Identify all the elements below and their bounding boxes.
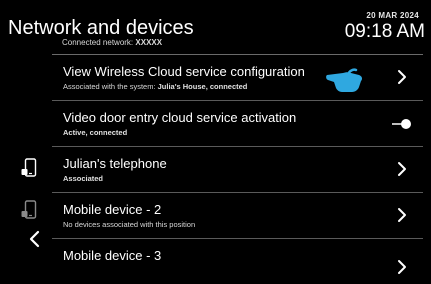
connected-network-label: Connected network: <box>62 38 134 47</box>
pointing-hand-icon <box>326 68 363 92</box>
phone-icon <box>21 158 37 177</box>
toggle-switch[interactable] <box>389 116 413 132</box>
phone-icon-inactive <box>21 200 37 219</box>
time: 09:18 AM <box>344 21 425 42</box>
date: 20 MAR 2024 <box>366 11 419 20</box>
list-item-julians-telephone[interactable]: Julian's telephone Associated <box>52 146 423 192</box>
back-arrow-icon[interactable] <box>28 230 42 248</box>
connected-network-value: XXXXX <box>135 38 163 47</box>
list-item-mobile-device-3[interactable]: Mobile device - 3 <box>52 238 423 284</box>
row-subtitle-label: Associated with the system: <box>63 82 156 91</box>
connected-network: Connected network: XXXXX <box>62 38 162 47</box>
row-subtitle: Active, connected <box>63 128 128 137</box>
screen: Network and devices Connected network: X… <box>0 0 431 274</box>
row-subtitle: No devices associated with this position <box>63 220 195 229</box>
list-item-video-door-entry[interactable]: Video door entry cloud service activatio… <box>52 100 423 146</box>
row-title: Video door entry cloud service activatio… <box>63 110 297 125</box>
list-item-mobile-device-2[interactable]: Mobile device - 2 No devices associated … <box>52 192 423 238</box>
row-title: View Wireless Cloud service configuratio… <box>63 64 305 79</box>
row-subtitle: Associated <box>63 174 104 183</box>
chevron-right-icon[interactable] <box>395 69 409 85</box>
row-title: Mobile device - 2 <box>63 202 162 217</box>
settings-list: View Wireless Cloud service configuratio… <box>52 54 423 284</box>
row-subtitle-value: Julia's House, connected <box>157 82 248 91</box>
row-subtitle-label: No devices associated with this position <box>63 220 196 229</box>
row-title: Julian's telephone <box>63 156 167 171</box>
list-item-wireless-cloud[interactable]: View Wireless Cloud service configuratio… <box>52 54 423 100</box>
page-title: Network and devices <box>8 17 194 39</box>
chevron-right-icon[interactable] <box>395 259 409 275</box>
chevron-right-icon[interactable] <box>395 207 409 223</box>
row-title: Mobile device - 3 <box>63 248 162 263</box>
row-subtitle: Associated with the system: Julia's Hous… <box>63 82 247 91</box>
chevron-right-icon[interactable] <box>395 161 409 177</box>
